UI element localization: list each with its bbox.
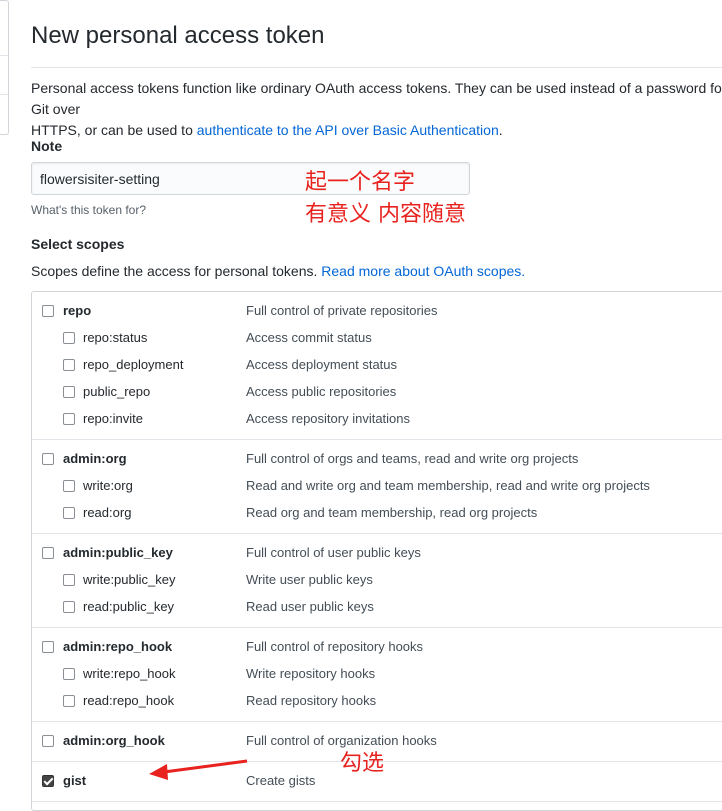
- scope-name: admin:repo_hook: [63, 639, 173, 654]
- scopes-description: Scopes define the access for personal to…: [31, 263, 525, 279]
- scope-checkbox[interactable]: [63, 359, 75, 371]
- scope-subrow[interactable]: write:public_key Write user public keys: [32, 567, 722, 594]
- intro-text: .: [498, 122, 503, 138]
- scope-checkbox[interactable]: [42, 547, 54, 559]
- note-label: Note: [31, 138, 63, 154]
- scope-checkbox[interactable]: [42, 735, 54, 747]
- scope-checkbox[interactable]: [63, 413, 75, 425]
- scope-name: admin:public_key: [63, 545, 173, 560]
- scope-checkbox[interactable]: [63, 668, 75, 680]
- scope-name: write:org: [83, 478, 133, 493]
- intro-paragraph: Personal access tokens function like ord…: [31, 78, 722, 141]
- scope-group: admin:public_key Full control of user pub…: [32, 534, 722, 628]
- scope-subrow[interactable]: repo:status Access commit status: [32, 325, 722, 352]
- scope-subrow[interactable]: public_repo Access public repositories: [32, 379, 722, 406]
- scopes-table: repo Full control of private repositories…: [31, 291, 722, 811]
- scope-description: Access repository invitations: [246, 411, 411, 426]
- scope-description: Access public repositories: [246, 384, 397, 399]
- scope-name: gist: [63, 773, 87, 788]
- scope-description: Write user public keys: [246, 572, 373, 587]
- scope-name: read:org: [83, 505, 132, 520]
- title-divider: [31, 67, 722, 68]
- scope-description: Access commit status: [246, 330, 372, 345]
- scope-checkbox[interactable]: [63, 480, 75, 492]
- sidebar-divider: [0, 94, 8, 95]
- scope-checkbox[interactable]: [63, 695, 75, 707]
- scope-checkbox[interactable]: [42, 775, 54, 787]
- intro-text: Personal access tokens function like ord…: [31, 80, 722, 117]
- scope-row[interactable]: admin:public_key Full control of user pub…: [32, 540, 722, 567]
- scope-name: public_repo: [83, 384, 151, 399]
- scope-row[interactable]: admin:org Full control of orgs and teams,…: [32, 446, 722, 473]
- scope-name: write:public_key: [83, 572, 176, 587]
- scope-name: repo_deployment: [83, 357, 184, 372]
- scope-description: Write repository hooks: [246, 666, 376, 681]
- scope-subrow[interactable]: write:repo_hook Write repository hooks: [32, 661, 722, 688]
- scope-description: Create gists: [246, 773, 316, 788]
- scope-description: Access deployment status: [246, 357, 398, 372]
- scope-checkbox[interactable]: [42, 305, 54, 317]
- scope-name: admin:org: [63, 451, 127, 466]
- scope-subrow[interactable]: repo:invite Access repository invitations: [32, 406, 722, 433]
- scope-row[interactable]: admin:repo_hook Full control of repositor…: [32, 634, 722, 661]
- page-title: New personal access token: [31, 22, 325, 49]
- sidebar-divider: [0, 55, 8, 56]
- note-hint: What's this token for?: [31, 203, 147, 217]
- scope-description: Read org and team membership, read org p…: [246, 505, 538, 520]
- scope-name: repo:status: [83, 330, 148, 345]
- scope-description: Full control of orgs and teams, read and…: [246, 451, 579, 466]
- scope-description: Read and write org and team membership, …: [246, 478, 650, 493]
- scopes-heading: Select scopes: [31, 236, 125, 252]
- scope-name: write:repo_hook: [83, 666, 176, 681]
- scope-group: admin:repo_hook Full control of repositor…: [32, 628, 722, 722]
- scope-subrow[interactable]: write:org Read and write org and team mem…: [32, 473, 722, 500]
- scope-description: Full control of user public keys: [246, 545, 421, 560]
- scope-checkbox[interactable]: [63, 332, 75, 344]
- scope-name: read:repo_hook: [83, 693, 175, 708]
- intro-text: HTTPS, or can be used to: [31, 122, 197, 138]
- scope-checkbox[interactable]: [63, 601, 75, 613]
- annotation-check-hint: 勾选: [340, 751, 385, 776]
- oauth-scopes-link[interactable]: Read more about OAuth scopes.: [321, 263, 525, 279]
- scope-subrow[interactable]: read:org Read org and team membership, re…: [32, 500, 722, 527]
- scope-name: read:public_key: [83, 599, 175, 614]
- scope-checkbox[interactable]: [63, 386, 75, 398]
- scope-checkbox[interactable]: [63, 574, 75, 586]
- annotation-name-hint: 起一个名字: [305, 170, 416, 195]
- scope-subrow[interactable]: repo_deployment Access deployment status: [32, 352, 722, 379]
- scope-description: Full control of private repositories: [246, 303, 438, 318]
- scope-description: Full control of repository hooks: [246, 639, 424, 654]
- scopes-desc-text: Scopes define the access for personal to…: [31, 263, 322, 279]
- basic-auth-link[interactable]: authenticate to the API over Basic Authe…: [197, 122, 499, 138]
- scope-name: admin:org_hook: [63, 733, 165, 748]
- scope-checkbox[interactable]: [63, 507, 75, 519]
- scope-checkbox[interactable]: [42, 641, 54, 653]
- scope-name: repo: [63, 303, 92, 318]
- scope-subrow[interactable]: read:public_key Read user public keys: [32, 594, 722, 621]
- scope-group: admin:org Full control of orgs and teams,…: [32, 440, 722, 534]
- annotation-name-hint: 有意义 内容随意: [305, 202, 466, 227]
- scope-name: repo:invite: [83, 411, 143, 426]
- scope-subrow[interactable]: read:repo_hook Read repository hooks: [32, 688, 722, 715]
- scope-row[interactable]: repo Full control of private repositories: [32, 298, 722, 325]
- scope-checkbox[interactable]: [42, 453, 54, 465]
- scope-description: Read repository hooks: [246, 693, 377, 708]
- scope-group: repo Full control of private repositories…: [32, 292, 722, 440]
- settings-sidebar: [0, 0, 9, 135]
- scope-description: Read user public keys: [246, 599, 374, 614]
